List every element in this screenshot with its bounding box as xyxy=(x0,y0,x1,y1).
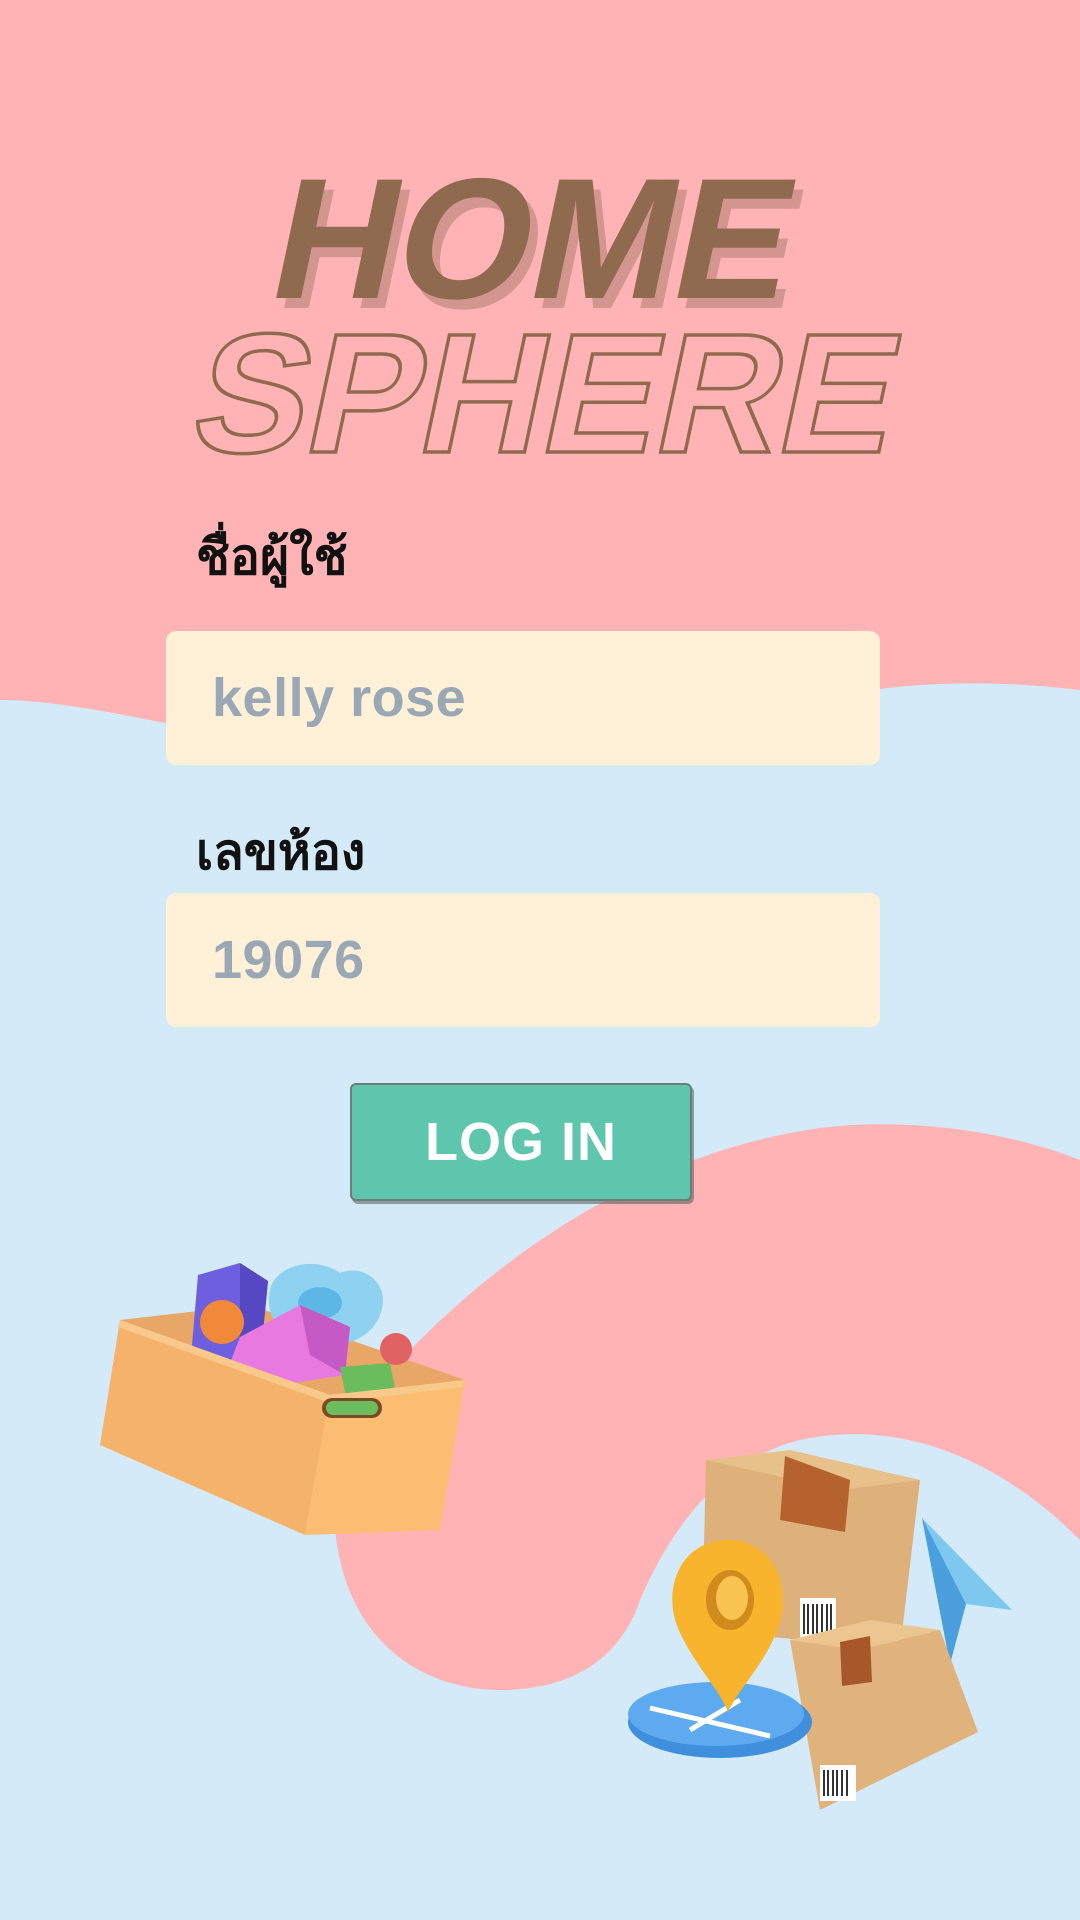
app-logo: HOME HOME SPHERE xyxy=(177,143,920,491)
login-button-label: LOG IN xyxy=(425,1112,617,1172)
logo-title-sphere: SPHERE xyxy=(179,299,918,489)
room-number-field[interactable]: 19076 xyxy=(166,893,880,1027)
room-number-value: 19076 xyxy=(212,930,365,990)
room-number-label: เลขห้อง xyxy=(196,823,366,881)
login-screen: HOME HOME SPHERE ชื่อผู้ใช้ kelly rose เ… xyxy=(0,0,1080,1920)
username-value: kelly rose xyxy=(212,668,467,728)
toy-box-illustration xyxy=(100,1263,465,1535)
username-field[interactable]: kelly rose xyxy=(166,631,880,765)
username-label: ชื่อผู้ใช้ xyxy=(196,528,348,586)
delivery-boxes-illustration xyxy=(628,1450,1012,1810)
login-button[interactable]: LOG IN xyxy=(350,1083,692,1201)
